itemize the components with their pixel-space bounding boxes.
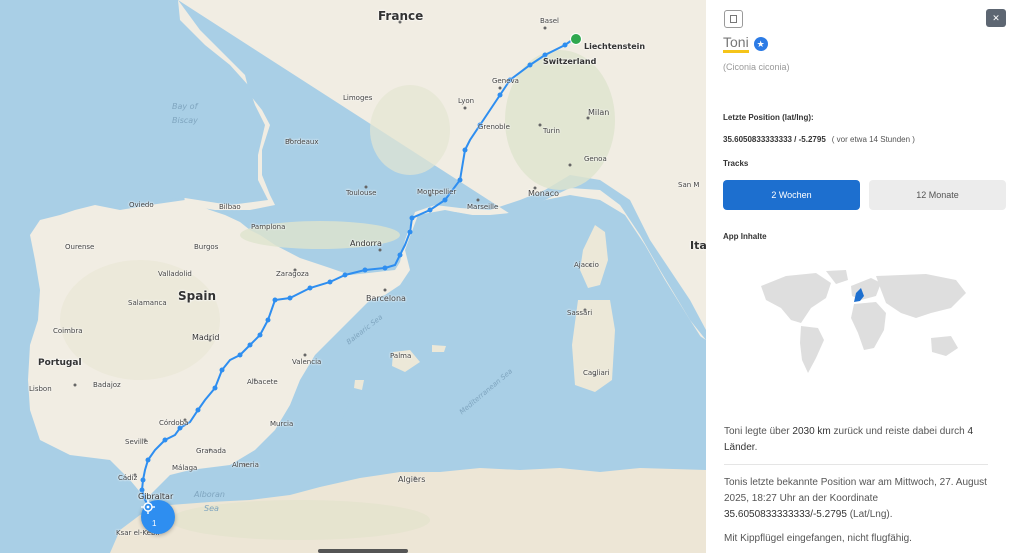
label-milan: Milan <box>588 108 610 117</box>
label-oviedo: Oviedo <box>129 201 154 209</box>
map-canvas[interactable] <box>0 0 706 553</box>
label-limoges: Limoges <box>343 94 373 102</box>
label-valladolid: Valladolid <box>158 270 192 278</box>
label-albacete: Albacete <box>247 378 278 386</box>
locate-bird-button[interactable] <box>141 500 175 534</box>
label-cadiz: Cádiz <box>118 474 138 482</box>
label-pamplona: Pamplona <box>251 223 286 231</box>
label-lyon: Lyon <box>458 97 475 105</box>
last-position-ago: ( vor etwa 14 Stunden ) <box>831 135 915 144</box>
label-bay-of-biscay-1: Bay of <box>172 102 198 111</box>
label-liechtenstein: Liechtenstein <box>584 42 646 51</box>
relief-massif <box>370 85 450 175</box>
last-known-coord: 35.6050833333333/-5.2795 <box>724 509 847 520</box>
label-spain: Spain <box>178 289 216 303</box>
continent-asia <box>876 274 966 318</box>
label-badajoz: Badajoz <box>93 381 121 389</box>
bird-detail-panel: ✕ Toni ★ (Ciconia ciconia) Letzte Positi… <box>706 0 1024 553</box>
map-view[interactable]: France Spain Portugal Switzerland Liecht… <box>0 0 706 553</box>
label-monaco: Monaco <box>528 189 560 198</box>
continent-africa <box>851 302 886 350</box>
continent-north-america <box>761 273 831 323</box>
last-position-row: 35.6050833333333 / -5.2795 ( vor etwa 14 … <box>723 135 915 144</box>
continent-australia <box>931 336 958 356</box>
label-madrid: Madrid <box>192 333 220 342</box>
close-button[interactable]: ✕ <box>986 9 1006 27</box>
label-marseille: Marseille <box>467 203 499 211</box>
label-ajaccio: Ajaccio <box>574 261 599 269</box>
label-cagliari: Cagliari <box>583 369 610 377</box>
last-known-part-1: Tonis letzte bekannte Position war am Mi… <box>724 477 987 504</box>
label-barcelona: Barcelona <box>366 294 406 303</box>
label-coimbra: Coimbra <box>53 327 83 335</box>
start-flag-marker[interactable] <box>570 33 582 45</box>
label-alboran-2: Sea <box>204 504 219 513</box>
label-san-m: San M <box>678 181 700 189</box>
continent-south-america <box>800 326 824 373</box>
summary-text: Toni legte über 2030 km zurück und reist… <box>724 424 994 456</box>
document-icon <box>730 15 737 23</box>
label-palma: Palma <box>390 352 412 360</box>
label-burgos: Burgos <box>194 243 219 251</box>
label-seville: Seville <box>125 438 149 446</box>
label-lisbon: Lisbon <box>29 385 52 393</box>
summary-part-1: Toni legte über <box>724 426 790 437</box>
last-known-text: Tonis letzte bekannte Position war am Mi… <box>724 475 994 523</box>
label-zaragoza: Zaragoza <box>276 270 309 278</box>
label-bay-of-biscay-2: Biscay <box>172 116 198 125</box>
latin-name: (Ciconia ciconia) <box>723 62 790 72</box>
label-andorra: Andorra <box>350 239 382 248</box>
label-murcia: Murcia <box>270 420 294 428</box>
label-genoa: Genoa <box>584 155 607 163</box>
tab-2-weeks[interactable]: 2 Wochen <box>723 180 860 210</box>
label-switzerland: Switzerland <box>543 57 597 66</box>
summary-part-3: . <box>754 442 758 453</box>
summary-part-2: zurück und reiste dabei durch <box>833 426 965 437</box>
label-malaga: Málaga <box>172 464 198 472</box>
label-almeria: Almeria <box>232 461 259 469</box>
label-sassari: Sassari <box>567 309 593 317</box>
last-position-label: Letzte Position (lat/lng): <box>723 113 814 122</box>
label-montpellier: Montpellier <box>417 188 457 196</box>
label-bilbao: Bilbao <box>219 203 241 211</box>
label-basel: Basel <box>540 17 559 25</box>
last-known-part-2: (Lat/Lng). <box>849 509 893 520</box>
label-granada: Granada <box>196 447 227 455</box>
label-geneva: Geneva <box>492 77 519 85</box>
tab-12-months[interactable]: 12 Monate <box>869 180 1006 210</box>
scrollbar-handle[interactable] <box>318 549 408 553</box>
label-ourense: Ourense <box>65 243 95 251</box>
label-france: France <box>378 9 424 23</box>
label-alboran-1: Alboran <box>194 490 225 499</box>
app-content-label: App Inhalte <box>723 232 767 241</box>
label-turin: Turin <box>543 127 560 135</box>
label-cordoba: Córdoba <box>159 419 189 427</box>
crosshair-icon <box>141 500 155 514</box>
verified-star-icon: ★ <box>753 37 768 51</box>
label-italy: Ital <box>690 239 706 252</box>
sea-bay-of-biscay <box>0 0 268 220</box>
label-portugal: Portugal <box>38 358 82 368</box>
last-position-value: 35.6050833333333 / -5.2795 <box>723 135 826 144</box>
label-grenoble: Grenoble <box>478 123 510 131</box>
locate-count-label: 1 <box>152 519 157 528</box>
label-valencia: Valencia <box>292 358 322 366</box>
label-algiers: Algiers <box>398 475 426 484</box>
label-bordeaux: Bordeaux <box>285 138 319 146</box>
details-toggle-button[interactable] <box>724 10 743 28</box>
label-toulouse: Toulouse <box>346 189 377 197</box>
close-icon: ✕ <box>992 12 1000 23</box>
status-text: Mit Kippflügel eingefangen, nicht flugfä… <box>724 533 912 544</box>
label-salamanca: Salamanca <box>128 299 167 307</box>
summary-distance: 2030 km <box>792 426 831 437</box>
bird-name: Toni <box>723 35 749 53</box>
divider <box>724 464 988 465</box>
tracks-label: Tracks <box>723 159 749 168</box>
island-menorca <box>432 345 446 352</box>
world-overview-map <box>761 270 966 373</box>
relief-iberia <box>60 260 220 380</box>
bird-name-row: Toni ★ <box>723 35 768 53</box>
